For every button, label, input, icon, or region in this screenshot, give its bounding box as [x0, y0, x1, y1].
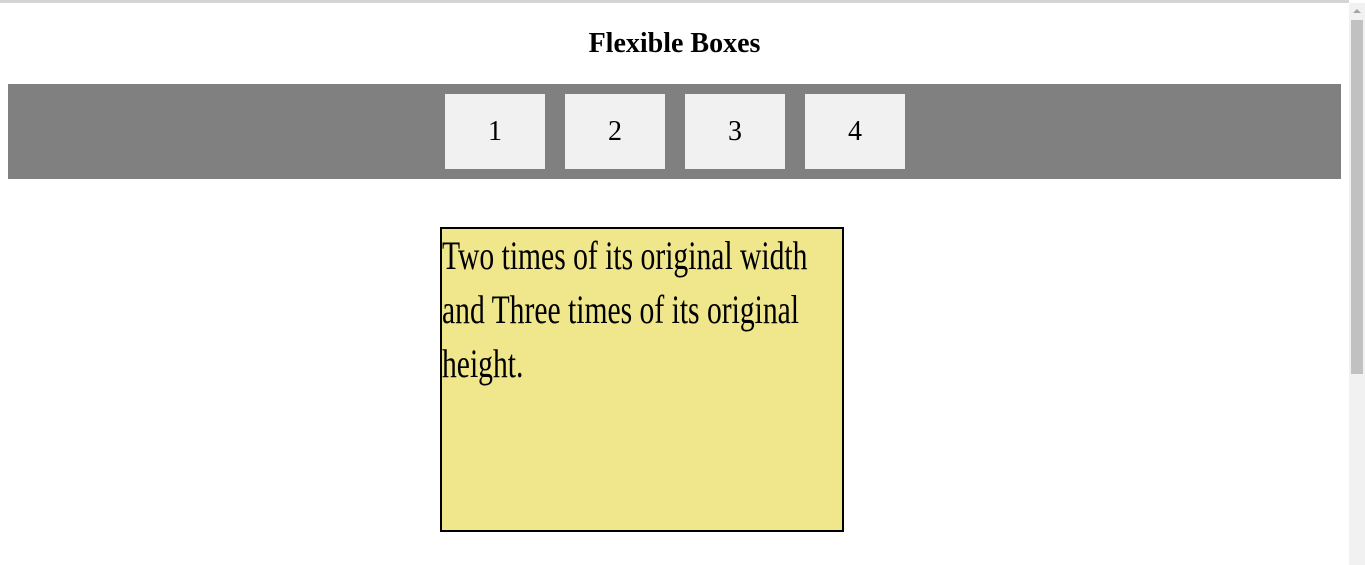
flex-item-1: 1 [445, 94, 545, 169]
vertical-scrollbar[interactable] [1349, 3, 1365, 565]
flex-container: 1 2 3 4 [8, 84, 1341, 179]
flex-item-2: 2 [565, 94, 665, 169]
scrollbar-thumb[interactable] [1351, 20, 1363, 374]
resized-box-text: Two times of its original width and Thre… [442, 233, 808, 386]
page: Flexible Boxes 1 2 3 4 Two times of its … [0, 3, 1349, 565]
flex-item-4: 4 [805, 94, 905, 169]
resized-box: Two times of its original width and Thre… [440, 227, 844, 532]
chevron-up-icon[interactable] [1349, 3, 1365, 19]
flex-item-3: 3 [685, 94, 785, 169]
page-title: Flexible Boxes [588, 28, 761, 59]
